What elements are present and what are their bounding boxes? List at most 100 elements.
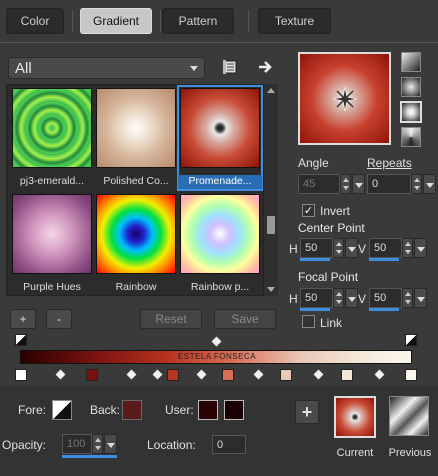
angle-value: 45 [303,178,316,190]
color-stop[interactable] [280,369,292,381]
invert-checkbox[interactable]: ✓ [302,204,315,217]
thumbnail-promenade[interactable] [180,88,260,168]
category-select[interactable]: All [8,57,205,79]
add-to-swatches-button[interactable]: + [295,400,319,424]
location-input[interactable]: 0 [212,435,246,454]
tab-gradient[interactable]: Gradient [80,8,152,34]
focal-h-slider[interactable] [300,308,330,311]
color-stop[interactable] [167,369,179,381]
reset-label: Reset [155,312,187,326]
focal-h-value: 50 [305,292,318,304]
thumbnail-rainbow[interactable] [96,194,176,274]
center-h-slider[interactable] [300,258,330,261]
tab-texture[interactable]: Texture [258,8,331,34]
tab-divider [160,10,161,32]
center-h-dropdown[interactable] [345,238,358,258]
fore-label: Fore: [18,403,47,417]
color-stop[interactable] [405,369,417,381]
angle-dropdown[interactable] [352,174,365,194]
remove-gradient-button[interactable]: - [46,309,72,329]
link-checkbox[interactable] [302,315,315,328]
rectangular-style-icon[interactable] [401,77,421,97]
tab-pattern[interactable]: Pattern [162,8,234,34]
arrow-right-icon[interactable] [256,58,274,76]
gallery-scrollbar[interactable] [264,84,278,296]
scroll-up-icon[interactable] [267,88,275,93]
user-swatch-2[interactable] [224,400,244,420]
add-gradient-button[interactable]: + [10,309,36,329]
file-locations-icon[interactable] [222,58,240,76]
repeats-input[interactable]: 0 [367,174,411,194]
angle-input[interactable]: 45 [298,174,340,194]
thumbnail-purple-hues[interactable] [12,194,92,274]
repeats-dropdown[interactable] [423,174,436,194]
focal-h-spinner[interactable] [333,288,344,308]
tab-underline-divider [0,42,438,43]
focal-v-input[interactable]: 50 [369,288,402,308]
center-v-dropdown[interactable] [414,238,427,258]
start-opacity-stop[interactable] [15,334,27,346]
opacity-spinner[interactable] [92,434,103,454]
center-h-label: H [289,242,298,256]
repeats-spinner[interactable] [411,174,422,194]
angle-label: Angle [298,156,329,170]
end-opacity-stop[interactable] [405,334,417,346]
thumbnail-label: Rainbow [115,281,157,293]
center-v-spinner[interactable] [402,238,413,258]
center-h-input[interactable]: 50 [300,238,333,258]
opacity-input[interactable]: 100 [62,434,92,454]
linear-style-icon[interactable] [401,52,421,72]
focal-v-slider[interactable] [369,308,399,311]
scroll-down-icon[interactable] [267,287,275,292]
thumbnail-rainbow-pastel[interactable] [180,194,260,274]
angle-spinner[interactable] [340,174,351,194]
opacity-midpoint-handle[interactable] [211,336,222,347]
save-button[interactable]: Save [214,309,276,329]
previous-gradient-swatch[interactable] [389,396,429,436]
gradient-gallery: pj3-emerald... Polished Co... Promenade.… [6,84,264,296]
back-swatch[interactable] [122,400,142,420]
color-midpoint-handle[interactable] [313,369,324,380]
color-midpoint-handle[interactable] [253,369,264,380]
color-stop[interactable] [15,369,27,381]
center-v-input[interactable]: 50 [369,238,402,258]
color-midpoint-handle[interactable] [55,369,66,380]
opacity-slider[interactable] [62,455,117,458]
reset-button[interactable]: Reset [140,309,202,329]
color-stop[interactable] [86,369,98,381]
thumbnail-pj3-emerald[interactable] [12,88,92,168]
opacity-dropdown[interactable] [104,434,117,454]
current-gradient-swatch[interactable] [334,396,376,438]
color-stop[interactable] [341,369,353,381]
tab-color[interactable]: Color [6,8,64,34]
add-label: + [19,312,27,326]
color-midpoint-handle[interactable] [374,369,385,380]
radial-style-icon[interactable] [401,127,421,147]
color-midpoint-handle[interactable] [152,369,163,380]
tab-divider [248,10,249,32]
chevron-down-icon [190,66,198,71]
gradient-preview[interactable] [298,52,391,145]
center-point-icon[interactable] [332,86,358,112]
tab-divider [72,10,73,32]
color-midpoint-handle[interactable] [196,369,207,380]
center-v-slider[interactable] [369,258,399,261]
sunburst-style-icon[interactable] [400,101,422,123]
focal-h-dropdown[interactable] [345,288,358,308]
center-h-spinner[interactable] [333,238,344,258]
color-midpoint-handle[interactable] [126,369,137,380]
remove-label: - [57,312,61,326]
tab-label: Color [20,14,50,28]
focal-v-spinner[interactable] [402,288,413,308]
color-stop[interactable] [222,369,234,381]
fore-swatch[interactable] [52,400,72,420]
focal-h-input[interactable]: 50 [300,288,333,308]
scroll-thumb[interactable] [267,216,275,234]
gradient-bar[interactable]: ESTELA FONSECA [20,350,412,364]
current-label: Current [336,447,374,459]
center-h-value: 50 [305,242,318,254]
user-swatch-1[interactable] [198,400,218,420]
thumbnail-label: Promenade... [178,175,262,189]
focal-v-dropdown[interactable] [414,288,427,308]
thumbnail-polished-copper[interactable] [96,88,176,168]
